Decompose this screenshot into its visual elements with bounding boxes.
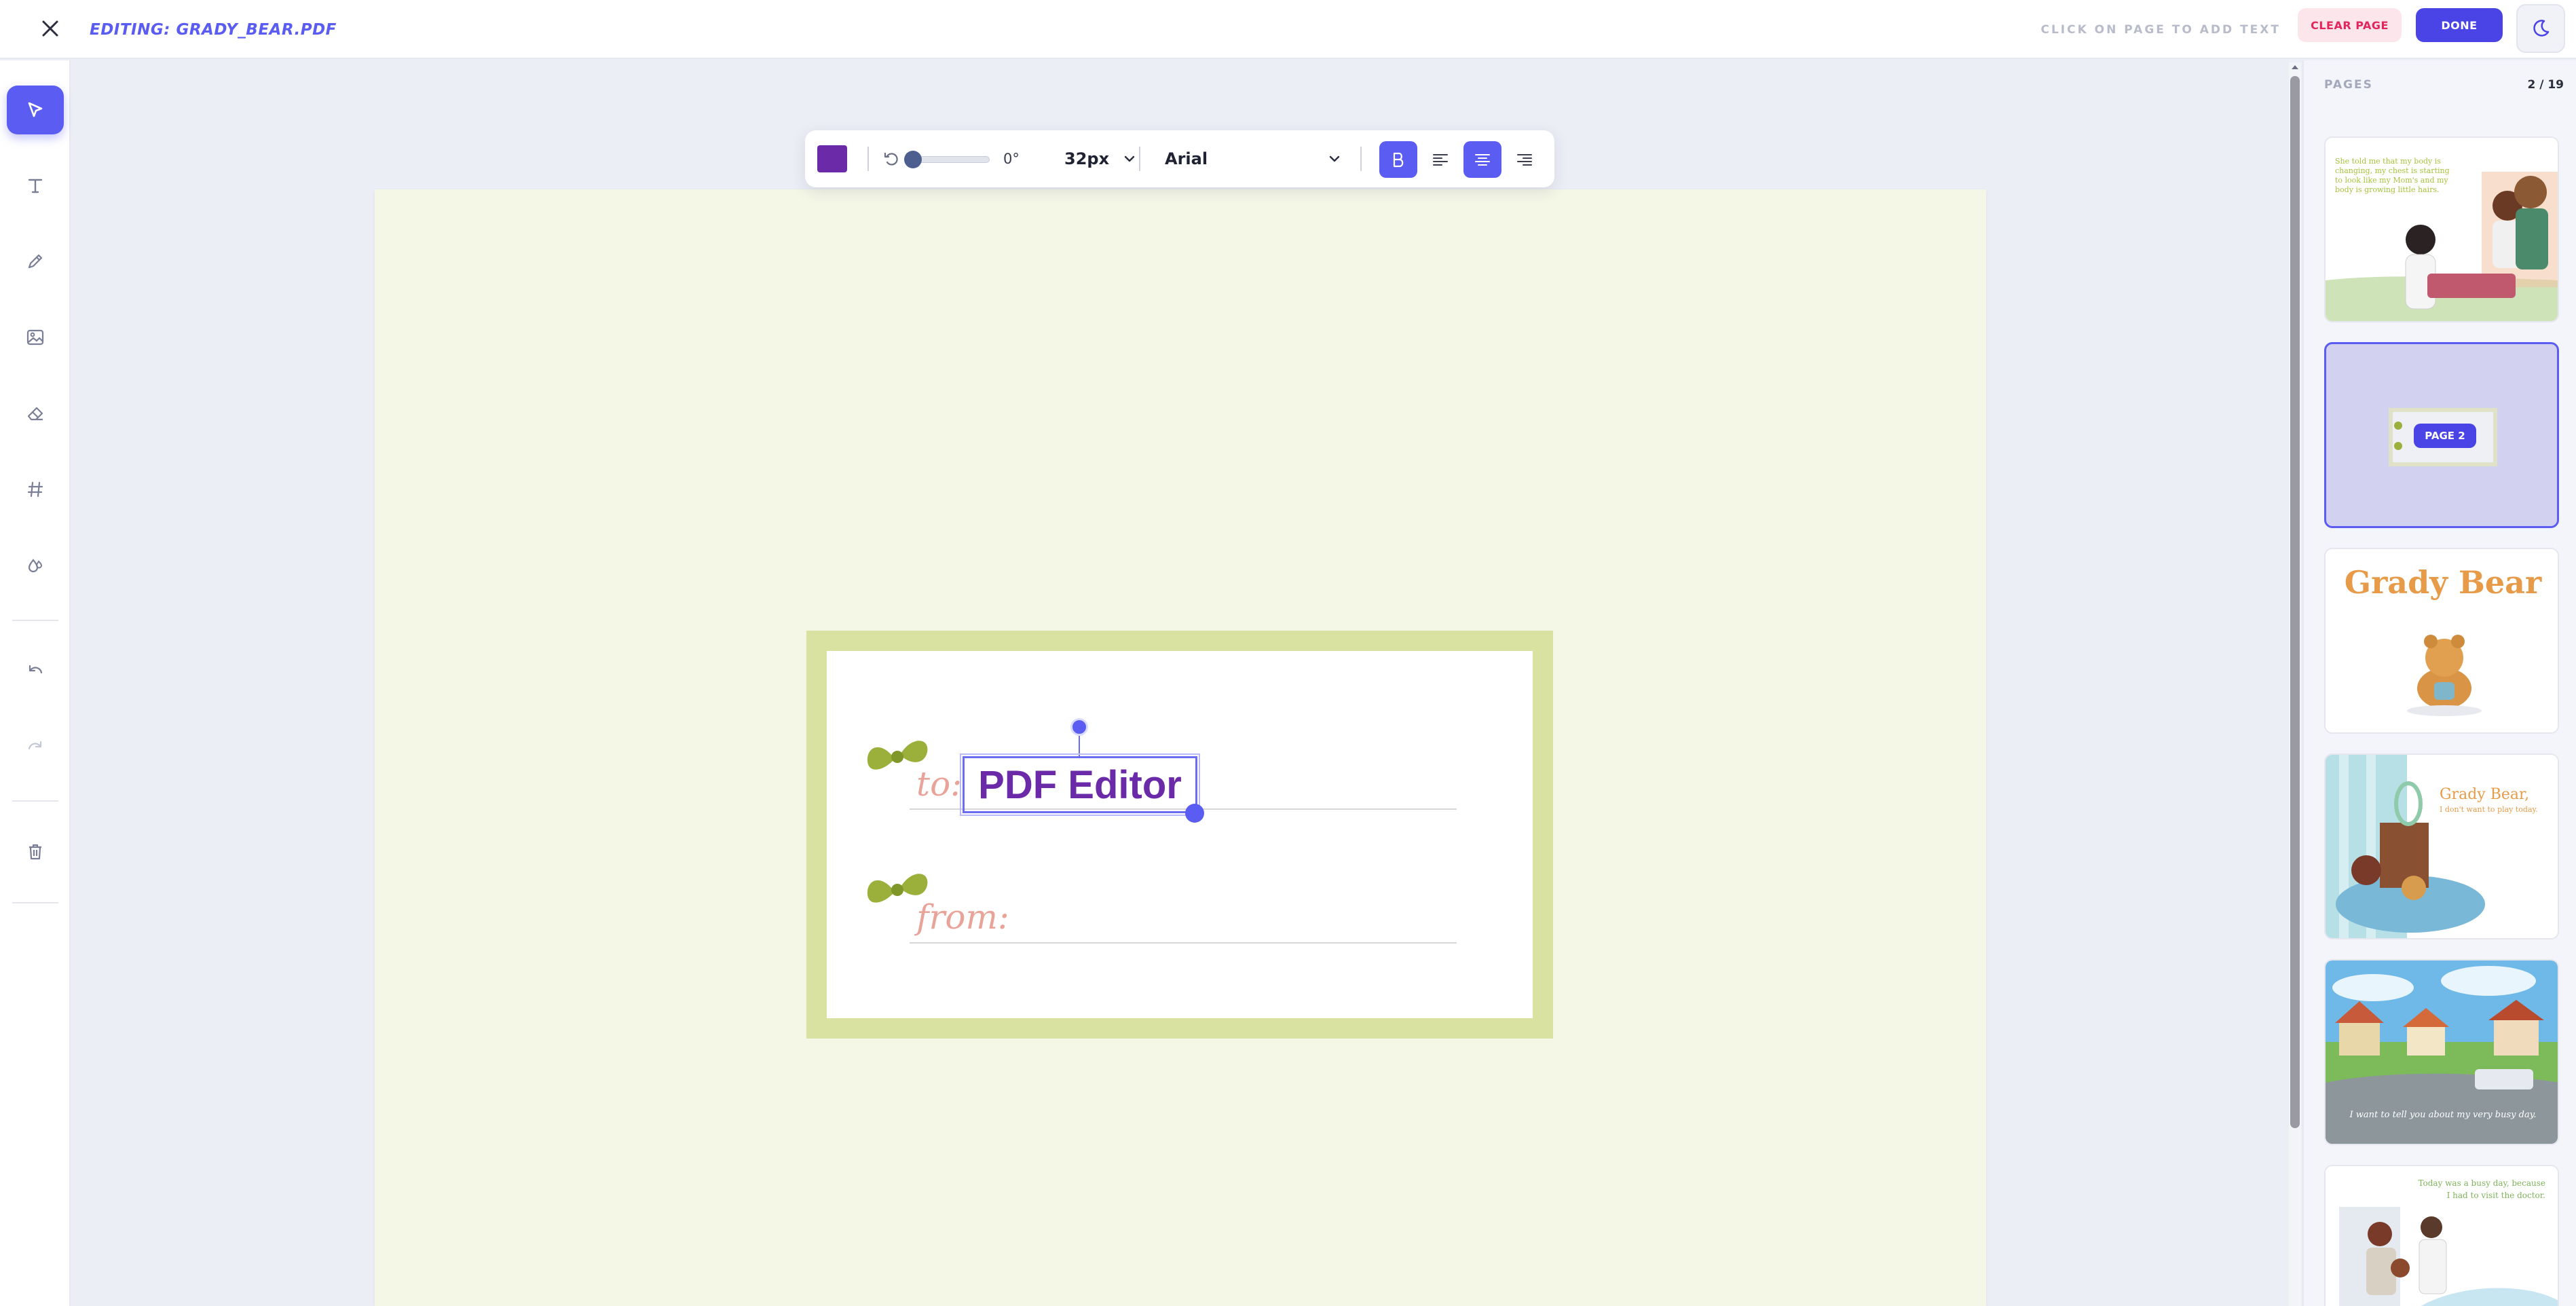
thumbnail-text: Grady Bear <box>2344 564 2542 601</box>
document-title: EDITING: GRADY_BEAR.PDF <box>90 21 337 39</box>
align-center-button[interactable] <box>1463 141 1501 178</box>
current-page-badge: PAGE 2 <box>2414 424 2476 448</box>
close-icon <box>42 20 58 37</box>
format-divider <box>1360 147 1362 171</box>
page-thumbnail-3[interactable]: Grady Bear <box>2324 548 2559 734</box>
rotation-slider-knob[interactable] <box>904 151 922 168</box>
thumbnail-text: Today was a busy day, because <box>2418 1178 2545 1188</box>
gift-tag-inner <box>827 651 1533 1018</box>
add-text-hint: CLICK ON PAGE TO ADD TEXT <box>2040 23 2281 37</box>
bold-icon <box>1393 152 1404 168</box>
gift-tag-artwork <box>806 631 1553 1039</box>
thumbnail-text: Grady Bear, <box>2440 786 2530 803</box>
close-button[interactable] <box>33 11 68 46</box>
trash-icon <box>29 844 41 860</box>
align-left-icon <box>1433 154 1448 166</box>
rotate-handle[interactable] <box>1070 718 1088 736</box>
scrollbar-thumb[interactable] <box>2290 76 2300 1128</box>
hash-icon <box>27 481 43 498</box>
text-format-toolbar: 0° 32px Arial <box>805 130 1554 187</box>
chevron-down-icon[interactable] <box>1121 151 1138 167</box>
thumbnail-text: She told me that my body is changing, my… <box>2335 157 2450 194</box>
image-icon <box>26 329 44 346</box>
theme-toggle-button[interactable] <box>2516 4 2565 53</box>
select-tool-button[interactable] <box>7 86 64 134</box>
text-color-swatch[interactable] <box>817 145 847 172</box>
color-drop-icon <box>28 559 43 573</box>
pencil-icon <box>28 254 43 269</box>
thumbnail-text: I want to tell you about my very busy da… <box>2349 1110 2537 1120</box>
moon-icon <box>2533 20 2550 37</box>
thumbnail-subtext: I had to visit the doctor. <box>2446 1191 2545 1200</box>
format-divider <box>867 147 869 171</box>
text-annotation-box[interactable]: PDF Editor <box>960 753 1200 816</box>
redo-button[interactable] <box>7 723 64 772</box>
tag-from-label: from: <box>916 897 1009 937</box>
clear-page-button[interactable]: CLEAR PAGE <box>2298 8 2402 42</box>
number-tool-button[interactable] <box>7 465 64 514</box>
font-family-select[interactable]: Arial <box>1165 145 1341 172</box>
toolbar-divider <box>12 620 58 621</box>
color-tool-button[interactable] <box>7 541 64 590</box>
delete-button[interactable] <box>7 827 64 876</box>
pages-title: PAGES <box>2324 78 2373 92</box>
image-tool-button[interactable] <box>7 313 64 362</box>
format-divider <box>1139 147 1140 171</box>
pages-panel: PAGES 2 / 19 She told me that my body is… <box>2302 60 2576 1306</box>
toolbar-divider <box>12 902 58 903</box>
undo-icon <box>29 665 43 674</box>
rotate-icon <box>884 152 898 166</box>
page-thumbnail-image <box>2326 755 2558 938</box>
tag-to-label: to: <box>916 764 963 804</box>
tool-sidebar <box>0 60 71 1306</box>
redo-icon <box>28 741 42 750</box>
chevron-down-icon[interactable] <box>1326 151 1343 167</box>
rotation-value: 0° <box>1003 151 1020 167</box>
rotate-handle-stem <box>1079 736 1080 756</box>
thumbnail-subtext: I don't want to play today. <box>2440 805 2538 814</box>
text-icon <box>28 179 43 193</box>
cursor-icon <box>28 102 43 117</box>
align-center-icon <box>1475 154 1490 166</box>
page-thumbnail-2[interactable]: PAGE 2 <box>2324 342 2559 528</box>
done-button[interactable]: DONE <box>2416 8 2503 42</box>
page-thumbnail-5[interactable]: I want to tell you about my very busy da… <box>2324 959 2559 1145</box>
tag-from-line <box>910 942 1457 944</box>
align-right-button[interactable] <box>1506 141 1544 178</box>
page-thumbnail-4[interactable]: Grady Bear, I don't want to play today. <box>2324 753 2559 939</box>
draw-tool-button[interactable] <box>7 237 64 286</box>
bold-button[interactable] <box>1379 141 1417 178</box>
align-right-icon <box>1517 154 1532 166</box>
page-counter: 2 / 19 <box>2527 78 2564 92</box>
page-thumbnail-1[interactable]: She told me that my body is changing, my… <box>2324 136 2559 322</box>
scroll-up-icon[interactable] <box>2290 62 2300 72</box>
top-bar: EDITING: GRADY_BEAR.PDF CLICK ON PAGE TO… <box>0 0 2576 59</box>
page-thumbnail-6[interactable]: Today was a busy day, because I had to v… <box>2324 1165 2559 1306</box>
text-tool-button[interactable] <box>7 161 64 210</box>
toolbar-divider <box>12 800 58 802</box>
align-left-button[interactable] <box>1421 141 1459 178</box>
eraser-tool-button[interactable] <box>7 389 64 438</box>
eraser-icon <box>27 407 43 421</box>
resize-handle[interactable] <box>1185 804 1204 823</box>
undo-button[interactable] <box>7 647 64 696</box>
